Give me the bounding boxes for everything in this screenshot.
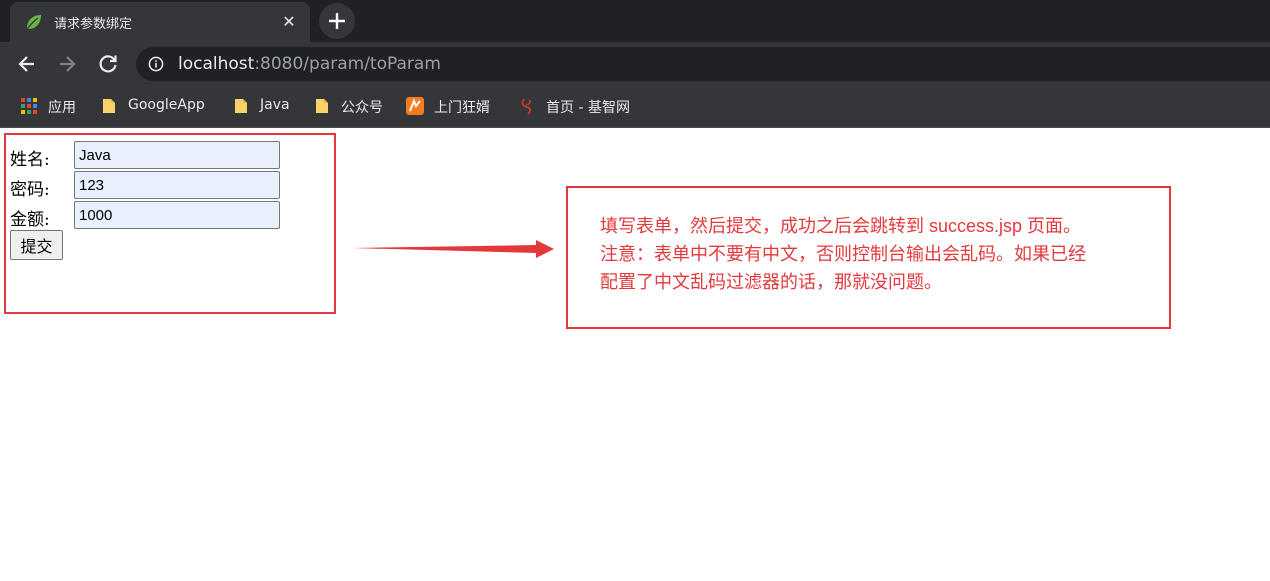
address-bar[interactable]: localhost:8080/param/toParam — [136, 47, 1270, 81]
jizhi-site-icon — [521, 98, 532, 115]
name-input[interactable] — [74, 141, 280, 169]
url-host: localhost — [178, 54, 255, 74]
tab-strip: 请求参数绑定 ✕ — [0, 0, 1270, 42]
back-arrow-icon — [18, 56, 34, 72]
bookmarks-bar: 应用 GoogleApp Java 公众号 上门狂婿 首页 - 基智网 — [0, 86, 1270, 128]
forward-arrow-icon — [60, 56, 76, 72]
annotation-box: 填写表单，然后提交，成功之后会跳转到 success.jsp 页面。 注意：表单… — [566, 186, 1171, 329]
url-path: :8080/param/toParam — [254, 54, 441, 74]
password-input[interactable] — [74, 171, 280, 199]
annotation-line-2: 注意：表单中不要有中文，否则控制台输出会乱码。如果已经 — [600, 244, 1086, 264]
forward-button[interactable] — [53, 50, 81, 78]
browser-tab[interactable]: 请求参数绑定 ✕ — [10, 2, 310, 42]
annotation-line-3: 配置了中文乱码过滤器的话，那就没问题。 — [600, 272, 942, 292]
tab-close-icon[interactable]: ✕ — [278, 11, 300, 33]
back-button[interactable] — [13, 50, 41, 78]
plus-icon — [329, 13, 345, 29]
novel-site-icon — [406, 97, 424, 115]
bookmark-label: GoogleApp — [128, 97, 205, 113]
reload-icon — [99, 55, 117, 73]
info-icon[interactable] — [148, 56, 164, 72]
bookmark-label: 公众号 — [341, 100, 383, 116]
annotation-line-1: 填写表单，然后提交，成功之后会跳转到 success.jsp 页面。 — [600, 216, 1082, 236]
amount-label: 金额: — [10, 210, 50, 230]
folder-icon — [316, 99, 328, 113]
folder-icon — [235, 99, 247, 113]
submit-button[interactable]: 提交 — [10, 230, 63, 260]
bookmark-label: 首页 - 基智网 — [546, 100, 630, 116]
amount-input[interactable] — [74, 201, 280, 229]
folder-icon — [103, 99, 115, 113]
spring-leaf-icon — [27, 15, 41, 29]
name-label: 姓名: — [10, 150, 50, 170]
bookmark-label: 应用 — [48, 100, 76, 116]
new-tab-button[interactable] — [319, 3, 355, 39]
browser-toolbar: localhost:8080/param/toParam — [0, 42, 1270, 86]
arrow-annotation — [352, 240, 554, 258]
password-label: 密码: — [10, 180, 50, 200]
reload-button[interactable] — [94, 50, 122, 78]
param-form: 姓名: 密码: 金额: 提交 — [4, 133, 336, 314]
url-text: localhost:8080/param/toParam — [178, 54, 441, 74]
apps-grid-icon — [21, 98, 37, 114]
page-content: 姓名: 密码: 金额: 提交 填写表单，然后提交，成功之后会跳转到 succes… — [0, 129, 1270, 581]
tab-title: 请求参数绑定 — [54, 17, 133, 32]
bookmark-label: Java — [260, 97, 290, 113]
bookmark-label: 上门狂婿 — [434, 100, 490, 116]
